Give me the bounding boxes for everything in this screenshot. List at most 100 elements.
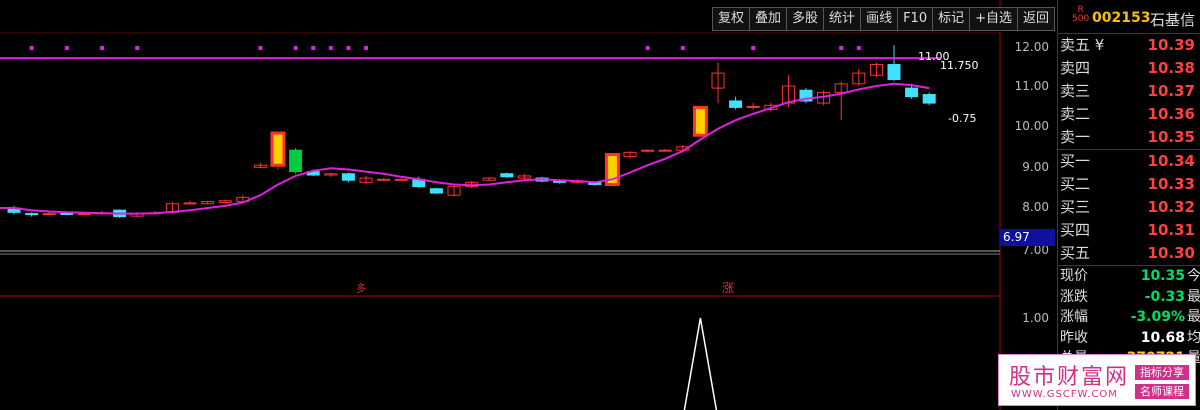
volume-spike: [683, 317, 718, 410]
candle: [852, 68, 866, 86]
candle-body: [341, 173, 355, 181]
axis-label-12: 12.00: [1014, 40, 1049, 54]
candle: [253, 163, 267, 169]
axis-label-11: 11.00: [1014, 79, 1049, 93]
current-price-tag: 6.97: [1000, 229, 1055, 246]
candle-body: [692, 105, 708, 137]
candle: [341, 172, 355, 183]
candle: [869, 62, 883, 78]
order-row: 卖一 10.35: [1060, 128, 1195, 146]
order-row: 买四 10.31: [1060, 221, 1195, 239]
order-row: 卖三 10.37: [1060, 82, 1195, 100]
kline-chart[interactable]: [0, 0, 1057, 410]
candle-body: [658, 149, 672, 152]
signal-dot: [29, 46, 34, 50]
price-axis: 12.00 11.00 10.00 9.00 8.00 7.00 1.00: [1003, 0, 1055, 410]
axis-label-10: 10.00: [1014, 119, 1049, 133]
sell-orders: 卖五 ¥10.39 卖四 10.38 卖三 10.37 卖二 10.36 卖一 10.3…: [1058, 34, 1200, 149]
signal-dot: [328, 46, 333, 50]
candle-body: [394, 178, 408, 181]
candle: [482, 176, 496, 182]
candle: [270, 131, 286, 170]
candle: [218, 199, 232, 204]
stock-name: 石基信: [1150, 11, 1196, 29]
high-line-label: 11.750: [940, 59, 979, 72]
fuquan-button[interactable]: 复权: [712, 7, 751, 31]
candle-body: [922, 94, 936, 104]
sub-axis-label: 1.00: [1022, 311, 1049, 325]
candle: [623, 151, 637, 159]
candle-body: [25, 213, 39, 216]
signal-dot: [258, 46, 263, 50]
order-row: 买一 10.34: [1060, 152, 1195, 170]
candle: [394, 178, 408, 182]
watermark-tag-2: 名师课程: [1135, 384, 1189, 399]
draw-line-button[interactable]: 画线: [860, 7, 899, 31]
watermark-logo: 股市财富网 WWW.GSCFW.COM 指标分享 名师课程: [998, 354, 1196, 406]
candle: [500, 172, 514, 179]
signal-dot: [645, 46, 650, 50]
order-row: 买五 10.30: [1060, 244, 1195, 262]
candle-series: [7, 45, 936, 218]
candle: [746, 103, 760, 110]
signal-dots: [29, 46, 861, 50]
candle: [517, 173, 531, 180]
signal-dot: [856, 46, 861, 50]
stock-code: 002153: [1092, 10, 1151, 26]
candle-body: [270, 131, 286, 167]
stat-row: 涨跌 -0.33 最: [1060, 288, 1200, 305]
order-row: 买二 10.33: [1060, 175, 1195, 193]
signal-dot: [293, 46, 298, 50]
rating-badge: R 500: [1072, 5, 1090, 24]
candle: [922, 92, 936, 106]
signal-dot: [680, 46, 685, 50]
candle-body: [289, 149, 303, 173]
stats-button[interactable]: 统计: [823, 7, 862, 31]
signal-dot: [311, 46, 316, 50]
candle-body: [377, 178, 391, 181]
candle-body: [183, 202, 197, 205]
stat-row: 现价 10.35 今: [1060, 268, 1200, 284]
signal-dot: [346, 46, 351, 50]
stat-row: 昨收 10.68 均: [1060, 329, 1200, 346]
signal-dot: [135, 46, 140, 50]
signal-dot: [839, 46, 844, 50]
candle-body: [887, 64, 901, 81]
candle-body: [42, 213, 56, 216]
candle: [289, 148, 303, 174]
candle-body: [905, 87, 919, 98]
candle-body: [429, 188, 443, 194]
quote-panel: R 500 002153 石基信 卖五 ¥10.39 卖四 10.38 卖三 10.3…: [1057, 0, 1200, 410]
candle: [377, 178, 391, 182]
signal-dot: [751, 46, 756, 50]
f10-button[interactable]: F10: [897, 7, 934, 31]
overlay-button[interactable]: 叠加: [749, 7, 788, 31]
candle: [641, 149, 655, 153]
candle: [729, 96, 743, 110]
candle-body: [641, 149, 655, 152]
sub-indicator: [683, 317, 718, 410]
candle: [887, 45, 901, 81]
order-row: 卖二 10.36: [1060, 105, 1195, 123]
candle: [359, 175, 373, 185]
candle: [429, 187, 443, 194]
order-row: 买三 10.32: [1060, 198, 1195, 216]
stat-row: 涨幅 -3.09% 最: [1060, 309, 1200, 325]
candle: [25, 212, 39, 217]
watermark-tag-1: 指标分享: [1135, 365, 1189, 380]
mark-right: 涨: [722, 281, 735, 295]
signal-dot: [100, 46, 104, 50]
candle: [799, 88, 813, 104]
order-row: 卖四 10.38: [1060, 59, 1195, 77]
candle: [447, 185, 461, 197]
multi-stock-button[interactable]: 多股: [786, 7, 825, 31]
signal-dot: [364, 46, 368, 50]
candle-body: [729, 100, 743, 108]
candle: [692, 105, 708, 137]
candle-body: [746, 106, 760, 109]
candle: [711, 62, 725, 104]
quote-header: R 500 002153 石基信: [1058, 0, 1200, 34]
mark-button[interactable]: 标记: [932, 7, 971, 31]
candle: [658, 148, 672, 152]
order-row: 卖五 ¥10.39: [1060, 36, 1195, 54]
